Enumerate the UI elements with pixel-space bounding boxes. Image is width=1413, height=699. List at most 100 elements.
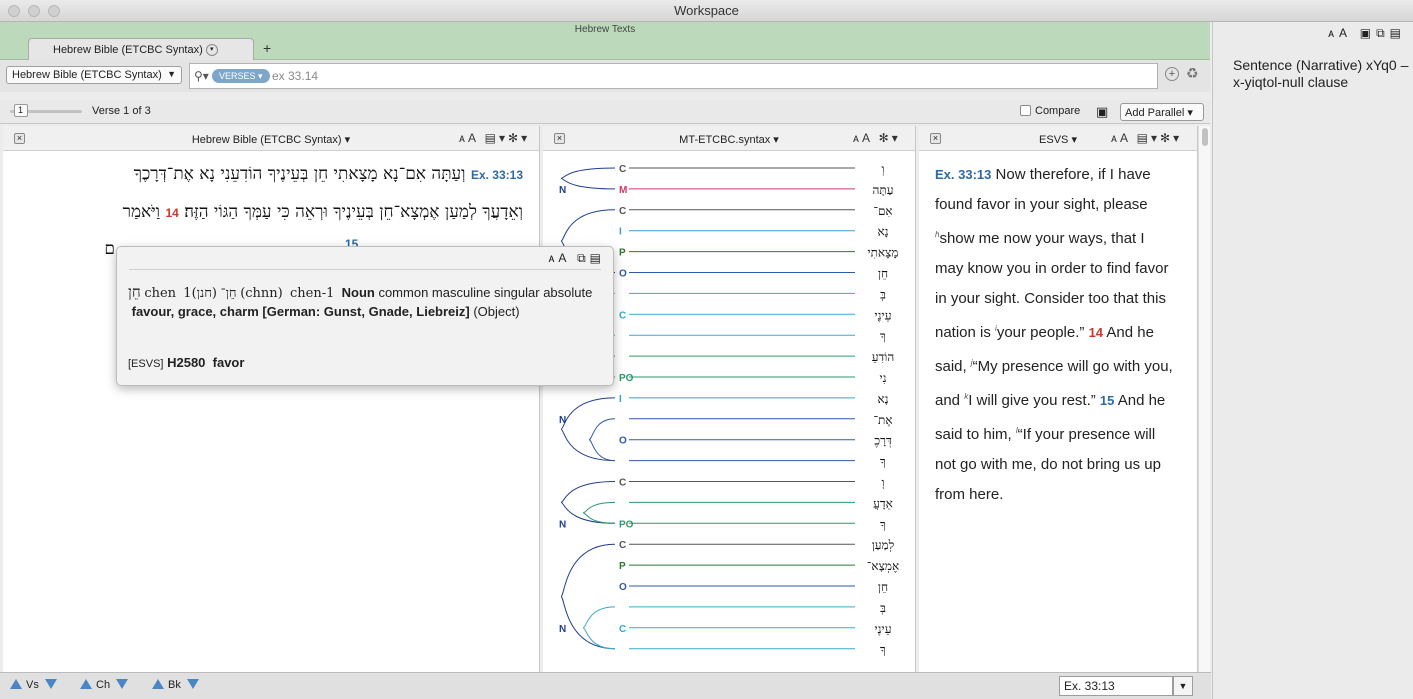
panel-tools[interactable]: ᴀA ▤▾✻▾ [1111,131,1182,145]
syntax-word[interactable]: בְּ [880,287,886,301]
format-icon[interactable]: ▤▾ [1137,131,1160,145]
syntax-label[interactable]: M [619,185,627,196]
next-chapter-icon[interactable] [116,679,129,689]
tab-dropdown-icon[interactable]: ▾ [205,44,218,57]
font-size-icon[interactable]: ᴀA [1328,26,1351,40]
add-search-button[interactable]: + [1165,67,1179,81]
verse-number[interactable]: 14 [165,206,178,220]
prev-verse-icon[interactable] [10,679,22,689]
syntax-word[interactable]: נִי [879,371,886,385]
esv-text[interactable]: I will give you rest.” [968,392,1100,409]
gear-icon[interactable]: ✻▾ [879,131,901,145]
panel-tools[interactable]: ᴀA ✻▾ [853,131,901,145]
font-size-icon[interactable]: ᴀA [853,131,872,145]
layout-icon[interactable]: ▣ [1360,26,1376,40]
syntax-word[interactable]: אֵדָעֲ [873,496,893,510]
syntax-word[interactable]: חֵן [878,267,888,281]
reference-dropdown[interactable]: ▼ [1173,676,1193,696]
syntax-label[interactable]: C [619,206,626,217]
hebrew-text[interactable]: וַיֹּאמַר [123,202,160,222]
format-icon[interactable]: ▤▾ [485,131,508,145]
hebrew-text[interactable]: ם [104,239,115,259]
compare-toggle[interactable]: Compare [1020,105,1080,117]
reference-input[interactable]: Ex. 33:13 [1059,676,1173,696]
hebrew-word[interactable]: חֵן [128,283,141,301]
syntax-word[interactable]: חֵן [878,580,888,594]
clipboard-icon[interactable]: ▤ [1390,26,1406,40]
prev-book-icon[interactable] [152,679,164,689]
syntax-label[interactable]: P [619,561,626,572]
next-book-icon[interactable] [186,679,199,689]
font-size-icon[interactable]: ᴀA [459,131,478,145]
syntax-word[interactable]: וְ [881,162,884,176]
syntax-word[interactable]: נָא [877,225,888,239]
search-input[interactable]: ex 33.14 [272,69,318,83]
add-parallel-button[interactable]: Add Parallel ▾ [1120,103,1204,121]
syntax-label[interactable]: I [619,394,622,405]
tab-hebrew-bible[interactable]: Hebrew Bible (ETCBC Syntax) ▾ [28,38,254,60]
syntax-label[interactable]: C [619,164,626,175]
next-verse-icon[interactable] [44,679,57,689]
syntax-node-label[interactable]: N [559,185,566,196]
scrollbar[interactable] [1198,126,1210,672]
gear-icon[interactable]: ✻▾ [508,131,530,145]
scrollbar-thumb[interactable] [1202,128,1208,146]
clipboard-icon[interactable]: ▤ [590,251,605,265]
resource-select[interactable]: Hebrew Bible (ETCBC Syntax) ▼ [6,66,182,84]
syntax-word[interactable]: מָצָאתִי [867,246,898,260]
syntax-label[interactable]: C [619,540,626,551]
syntax-label[interactable]: I [619,227,622,238]
compare-checkbox[interactable] [1020,105,1031,116]
hebrew-text[interactable]: וְאֵדָעֲךָ לְמַעַן אֶמְצָא־חֵן בְּעֵינֶי… [184,202,523,222]
prev-chapter-icon[interactable] [80,679,92,689]
syntax-label[interactable]: O [619,269,627,280]
syntax-word[interactable]: אִם־ [873,204,892,218]
syntax-node-label[interactable]: N [559,624,566,635]
syntax-word[interactable]: ךָ [880,329,886,343]
search-field[interactable]: ⚲▾ VERSES ▾ ex 33.14 [189,63,1158,89]
syntax-word[interactable]: עֵינֶי [875,622,892,636]
font-size-icon[interactable]: ᴀA [1111,131,1130,145]
syntax-word[interactable]: וְ [881,476,884,490]
gear-icon[interactable]: ✻▾ [1160,131,1182,145]
hebrew-text[interactable]: וְעַתָּה אִם־נָא מָצָאתִי חֵן בְּעֵינֶיך… [134,164,466,184]
strongs-number[interactable]: H2580 [167,355,205,370]
syntax-word[interactable]: דְּרָכֶ [874,434,892,448]
syntax-word[interactable]: ךָ [880,455,886,469]
verse-ref[interactable]: Ex. 33:13 [935,167,991,182]
search-icon[interactable]: ⚲▾ [194,69,209,83]
copy-icon[interactable]: ⧉ [577,251,590,265]
syntax-word[interactable]: בְּ [880,601,886,615]
layout-icon[interactable]: ▣ [1096,104,1108,120]
root[interactable]: (חנן) [192,286,217,301]
syntax-word[interactable]: לְמַעַן [872,538,895,552]
search-mode-pill[interactable]: VERSES ▾ [212,69,270,83]
syntax-label[interactable]: P [619,248,626,259]
syntax-diagram[interactable]: C וְ M עַתָּה C אִם־ I נָא P מָצָאתִי O חֵן בְּ C עֵינ… [543,152,915,672]
add-tab-button[interactable]: + [263,40,271,56]
syntax-node-label[interactable]: N [559,519,566,530]
syntax-word[interactable]: אֶמְצָא־ [867,559,899,573]
panel-tools[interactable]: ᴀA ▤▾✻▾ [459,131,530,145]
font-size-icon[interactable]: ᴀA [548,251,569,265]
syntax-label[interactable]: O [619,436,627,447]
syntax-word[interactable]: עַתָּה [872,183,893,197]
syntax-label[interactable]: PO [619,519,634,530]
verse-number[interactable]: 15 [1100,393,1114,408]
syntax-label[interactable]: PO [619,373,634,384]
verse-slider-handle[interactable]: 1 [14,104,28,117]
syntax-label[interactable]: C [619,624,626,635]
copy-icon[interactable]: ⧉ [1376,26,1390,40]
syntax-label[interactable]: C [619,310,626,321]
verse-ref[interactable]: Ex. 33:13 [471,168,523,182]
verse-number[interactable]: 14 [1089,325,1103,340]
syntax-word[interactable]: ךָ [880,517,886,531]
syntax-label[interactable]: C [619,478,626,489]
syntax-word[interactable]: נָא [877,392,888,406]
esv-text[interactable]: your people.” [997,324,1089,341]
syntax-label[interactable]: O [619,582,627,593]
syntax-node-label[interactable]: N [559,415,566,426]
syntax-word[interactable]: עֵינֶי [875,308,892,322]
syntax-word[interactable]: ךָ [880,643,886,657]
syntax-word[interactable]: אֶת־ [873,413,892,427]
